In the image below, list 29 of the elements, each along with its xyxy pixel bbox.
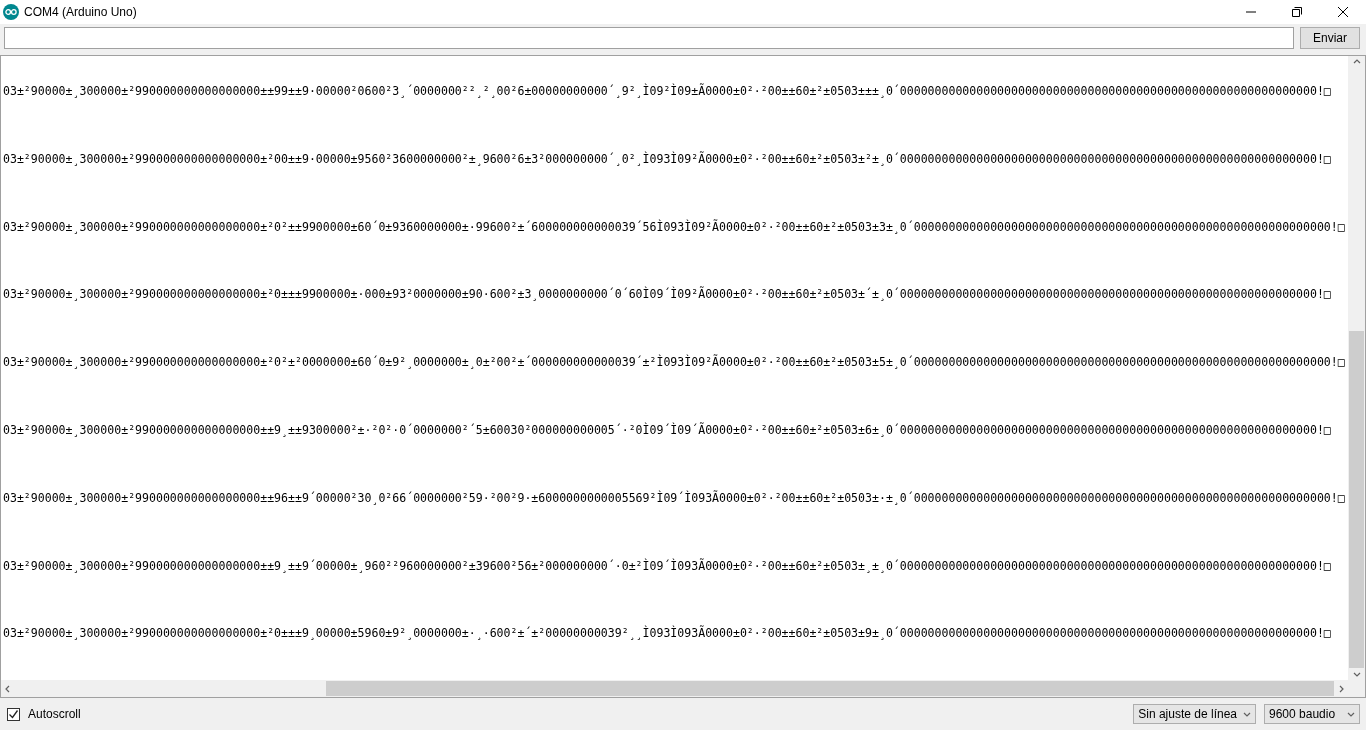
window-title: COM4 (Arduino Uno) [24, 5, 138, 19]
vertical-scrollbar[interactable] [1348, 56, 1365, 680]
serial-output-line: 03±²90000±¸300000±²990000000000000000±²0²±±9900000±60´0±9360000000±·99600²±´600000000000039´56Ì093Ì09²Ã0000±0²·²00±±60±²±0503±3±¸0´000000000000000000000000000000000000000000000000000000000000!□ [3, 219, 1346, 234]
chevron-left-icon[interactable] [4, 684, 12, 693]
serial-output-line: 03±²90000±¸300000±²990000000000000000±²0±±±9¸00000±5960±9²¸0000000±·¸·600²±´±²00000000039²¸¸Ì093Ì093Ã0000±0²·²00±±60±²±0503±9±¸0´000000000000000000000000000000000000000000000000000000000000!□ [3, 626, 1332, 641]
app-logo-icon [3, 4, 19, 20]
baud-rate-dropdown[interactable]: 9600 baudio [1264, 704, 1360, 724]
chevron-down-icon[interactable] [1347, 710, 1355, 718]
chevron-down-icon[interactable] [1243, 710, 1251, 718]
serial-output-line: 03±²90000±¸300000±²990000000000000000±²0±±±9900000±·000±93²0000000±90·600²±3¸0000000000´0´60Ì09´Ì09²Ã0000±0²·²00±±60±²±0503±´±¸0´000000000000000000000000000000000000000000000000000000000000!□ [3, 287, 1332, 302]
horizontal-scrollbar[interactable] [1, 680, 1348, 697]
serial-output-line: 03±²90000±¸300000±²990000000000000000±±9¸±±9´00000±¸960²²960000000²±39600²56±²000000000´·0±²Ì09´Ì093Ã0000±0²·²00±±60±²±0503±¸±¸0´000000000000000000000000000000000000000000000000000000000000!□ [3, 558, 1332, 573]
serial-output-line: 03±²90000±¸300000±²990000000000000000±²00±±9·00000±9560²3600000000²±¸9600²6±3²000000000´¸0²¸Ì093Ì09²Ã0000±0²·²00±±60±²±0503±²±¸0´000000000000000000000000000000000000000000000000000000000000!□ [3, 151, 1332, 166]
close-icon[interactable] [1338, 7, 1348, 17]
restore-icon[interactable] [1292, 7, 1302, 17]
serial-output-line: 03±²90000±¸300000±²990000000000000000±±96±±9´00000²30¸0²66´0000000²59·²00²9·±6000000000005569²Ì09´Ì093Ã0000±0²·²00±±60±²±0503±·±¸0´000000000000000000000000000000000000000000000000000000000000!□ [3, 490, 1346, 505]
serial-output-line: 03±²90000±¸300000±²990000000000000000±±9¸±±9300000²±·²0²·0´0000000²´5±60030²000000000005´·²0Ì09´Ì09´Ã0000±0²·²00±±60±²±0503±6±¸0´000000000000000000000000000000000000000000000000000000000000!□ [3, 423, 1332, 437]
chevron-up-icon[interactable] [1352, 58, 1361, 66]
send-input-field[interactable] [4, 27, 1294, 49]
serial-output-line: 03±²90000±¸300000±²990000000000000000±²0²±²0000000±60´0±9²¸0000000±¸0±²00²±´000000000000039´±²Ì093Ì09²Ã0000±0²·²00±±60±²±0503±5±¸0´000000000000000000000000000000000000000000000000000000000000!□ [3, 355, 1346, 370]
send-button[interactable]: Enviar [1300, 27, 1360, 49]
autoscroll-label: Autoscroll [28, 707, 81, 721]
line-ending-dropdown[interactable]: Sin ajuste de línea [1133, 704, 1256, 724]
autoscroll-checkbox[interactable] [7, 707, 20, 721]
chevron-right-icon[interactable] [1337, 684, 1345, 693]
scrollbar-thumb[interactable] [1349, 331, 1364, 668]
serial-output-line: 03±²90000±¸300000±²990000000000000000±±99±±9·00000²0600²3¸´0000000²²¸²¸00²6±00000000000´¸9²¸Ì09²Ì09±Ã0000±0²·²00±±60±²±0503±±±¸0´000000000000000000000000000000000000000000000000000000000000!□ [3, 84, 1332, 98]
chevron-down-icon[interactable] [1352, 670, 1361, 678]
scrollbar-thumb[interactable] [325, 681, 1334, 696]
